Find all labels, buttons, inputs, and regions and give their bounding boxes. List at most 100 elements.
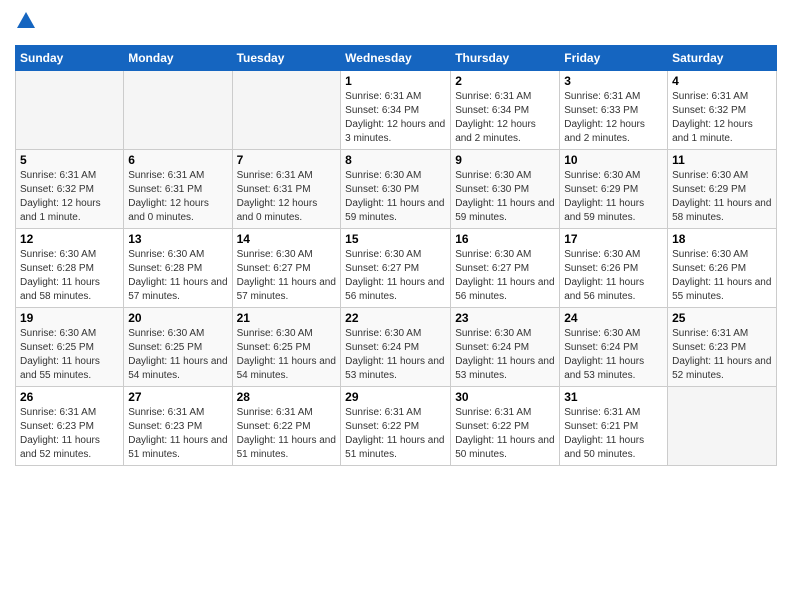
day-info: Sunrise: 6:31 AM Sunset: 6:31 PM Dayligh… <box>237 169 337 225</box>
day-info: Sunrise: 6:31 AM Sunset: 6:21 PM Dayligh… <box>564 406 663 462</box>
day-number: 29 <box>345 390 446 404</box>
day-number: 6 <box>128 153 227 167</box>
day-number: 30 <box>455 390 555 404</box>
day-info: Sunrise: 6:30 AM Sunset: 6:30 PM Dayligh… <box>345 169 446 225</box>
weekday-header-friday: Friday <box>560 46 668 71</box>
logo <box>15 10 41 37</box>
calendar-cell: 1 Sunrise: 6:31 AM Sunset: 6:34 PM Daylig… <box>341 71 451 150</box>
calendar-cell: 16 Sunrise: 6:30 AM Sunset: 6:27 PM Dayli… <box>451 229 560 308</box>
day-number: 20 <box>128 311 227 325</box>
calendar-cell <box>124 71 232 150</box>
calendar-week-row: 1 Sunrise: 6:31 AM Sunset: 6:34 PM Daylig… <box>16 71 777 150</box>
day-info: Sunrise: 6:30 AM Sunset: 6:25 PM Dayligh… <box>20 327 119 383</box>
calendar-cell: 10Sunrise: 6:30 AM Sunset: 6:29 PM Dayli… <box>560 150 668 229</box>
calendar-week-row: 26 Sunrise: 6:31 AM Sunset: 6:23 PM Dayli… <box>16 387 777 466</box>
day-number: 31 <box>564 390 663 404</box>
day-info: Sunrise: 6:31 AM Sunset: 6:23 PM Dayligh… <box>672 327 772 383</box>
weekday-header-monday: Monday <box>124 46 232 71</box>
day-number: 7 <box>237 153 337 167</box>
day-info: Sunrise: 6:31 AM Sunset: 6:34 PM Dayligh… <box>345 90 446 146</box>
calendar-cell: 4 Sunrise: 6:31 AM Sunset: 6:32 PM Daylig… <box>668 71 777 150</box>
calendar-cell: 13 Sunrise: 6:30 AM Sunset: 6:28 PM Dayli… <box>124 229 232 308</box>
calendar-cell: 3 Sunrise: 6:31 AM Sunset: 6:33 PM Daylig… <box>560 71 668 150</box>
day-number: 8 <box>345 153 446 167</box>
calendar-cell: 22Sunrise: 6:30 AM Sunset: 6:24 PM Dayli… <box>341 308 451 387</box>
day-number: 22 <box>345 311 446 325</box>
day-info: Sunrise: 6:31 AM Sunset: 6:33 PM Dayligh… <box>564 90 663 146</box>
calendar-cell: 28 Sunrise: 6:31 AM Sunset: 6:22 PM Dayli… <box>232 387 341 466</box>
weekday-header-thursday: Thursday <box>451 46 560 71</box>
calendar-cell <box>232 71 341 150</box>
calendar-week-row: 12 Sunrise: 6:30 AM Sunset: 6:28 PM Dayli… <box>16 229 777 308</box>
calendar-cell: 19 Sunrise: 6:30 AM Sunset: 6:25 PM Dayli… <box>16 308 124 387</box>
weekday-header-row: SundayMondayTuesdayWednesdayThursdayFrid… <box>16 46 777 71</box>
day-info: Sunrise: 6:31 AM Sunset: 6:32 PM Dayligh… <box>672 90 772 146</box>
day-number: 9 <box>455 153 555 167</box>
calendar-week-row: 19 Sunrise: 6:30 AM Sunset: 6:25 PM Dayli… <box>16 308 777 387</box>
day-info: Sunrise: 6:30 AM Sunset: 6:24 PM Dayligh… <box>455 327 555 383</box>
logo-icon <box>15 10 37 32</box>
day-number: 3 <box>564 74 663 88</box>
day-info: Sunrise: 6:30 AM Sunset: 6:28 PM Dayligh… <box>128 248 227 304</box>
day-number: 14 <box>237 232 337 246</box>
calendar-cell: 8 Sunrise: 6:30 AM Sunset: 6:30 PM Daylig… <box>341 150 451 229</box>
calendar-cell: 31 Sunrise: 6:31 AM Sunset: 6:21 PM Dayli… <box>560 387 668 466</box>
day-info: Sunrise: 6:30 AM Sunset: 6:24 PM Dayligh… <box>564 327 663 383</box>
calendar-cell: 24 Sunrise: 6:30 AM Sunset: 6:24 PM Dayli… <box>560 308 668 387</box>
weekday-header-sunday: Sunday <box>16 46 124 71</box>
calendar-cell: 14 Sunrise: 6:30 AM Sunset: 6:27 PM Dayli… <box>232 229 341 308</box>
day-number: 2 <box>455 74 555 88</box>
day-number: 28 <box>237 390 337 404</box>
day-number: 27 <box>128 390 227 404</box>
calendar-cell: 7 Sunrise: 6:31 AM Sunset: 6:31 PM Daylig… <box>232 150 341 229</box>
calendar-cell: 11 Sunrise: 6:30 AM Sunset: 6:29 PM Dayli… <box>668 150 777 229</box>
calendar-cell: 21 Sunrise: 6:30 AM Sunset: 6:25 PM Dayli… <box>232 308 341 387</box>
calendar-cell: 6Sunrise: 6:31 AM Sunset: 6:31 PM Daylig… <box>124 150 232 229</box>
day-info: Sunrise: 6:31 AM Sunset: 6:32 PM Dayligh… <box>20 169 119 225</box>
day-number: 12 <box>20 232 119 246</box>
day-number: 13 <box>128 232 227 246</box>
day-info: Sunrise: 6:31 AM Sunset: 6:23 PM Dayligh… <box>128 406 227 462</box>
day-info: Sunrise: 6:30 AM Sunset: 6:30 PM Dayligh… <box>455 169 555 225</box>
day-info: Sunrise: 6:30 AM Sunset: 6:25 PM Dayligh… <box>237 327 337 383</box>
calendar-cell: 2 Sunrise: 6:31 AM Sunset: 6:34 PM Daylig… <box>451 71 560 150</box>
day-number: 16 <box>455 232 555 246</box>
calendar-cell <box>16 71 124 150</box>
calendar-cell: 26 Sunrise: 6:31 AM Sunset: 6:23 PM Dayli… <box>16 387 124 466</box>
weekday-header-saturday: Saturday <box>668 46 777 71</box>
day-number: 1 <box>345 74 446 88</box>
calendar-cell: 15Sunrise: 6:30 AM Sunset: 6:27 PM Dayli… <box>341 229 451 308</box>
calendar-cell: 17Sunrise: 6:30 AM Sunset: 6:26 PM Dayli… <box>560 229 668 308</box>
day-info: Sunrise: 6:30 AM Sunset: 6:29 PM Dayligh… <box>672 169 772 225</box>
weekday-header-wednesday: Wednesday <box>341 46 451 71</box>
day-number: 5 <box>20 153 119 167</box>
day-number: 26 <box>20 390 119 404</box>
day-number: 11 <box>672 153 772 167</box>
calendar-cell: 30Sunrise: 6:31 AM Sunset: 6:22 PM Dayli… <box>451 387 560 466</box>
calendar-cell <box>668 387 777 466</box>
day-info: Sunrise: 6:30 AM Sunset: 6:27 PM Dayligh… <box>237 248 337 304</box>
calendar-cell: 25 Sunrise: 6:31 AM Sunset: 6:23 PM Dayli… <box>668 308 777 387</box>
day-info: Sunrise: 6:31 AM Sunset: 6:23 PM Dayligh… <box>20 406 119 462</box>
day-number: 21 <box>237 311 337 325</box>
header <box>15 10 777 37</box>
day-number: 24 <box>564 311 663 325</box>
weekday-header-tuesday: Tuesday <box>232 46 341 71</box>
calendar-cell: 29Sunrise: 6:31 AM Sunset: 6:22 PM Dayli… <box>341 387 451 466</box>
day-number: 19 <box>20 311 119 325</box>
calendar-cell: 18Sunrise: 6:30 AM Sunset: 6:26 PM Dayli… <box>668 229 777 308</box>
day-info: Sunrise: 6:30 AM Sunset: 6:27 PM Dayligh… <box>455 248 555 304</box>
calendar-cell: 12Sunrise: 6:30 AM Sunset: 6:28 PM Dayli… <box>16 229 124 308</box>
day-info: Sunrise: 6:30 AM Sunset: 6:25 PM Dayligh… <box>128 327 227 383</box>
calendar-week-row: 5 Sunrise: 6:31 AM Sunset: 6:32 PM Daylig… <box>16 150 777 229</box>
day-number: 25 <box>672 311 772 325</box>
day-info: Sunrise: 6:30 AM Sunset: 6:27 PM Dayligh… <box>345 248 446 304</box>
day-info: Sunrise: 6:31 AM Sunset: 6:22 PM Dayligh… <box>237 406 337 462</box>
calendar-cell: 9 Sunrise: 6:30 AM Sunset: 6:30 PM Daylig… <box>451 150 560 229</box>
calendar-cell: 27 Sunrise: 6:31 AM Sunset: 6:23 PM Dayli… <box>124 387 232 466</box>
day-number: 4 <box>672 74 772 88</box>
day-info: Sunrise: 6:30 AM Sunset: 6:29 PM Dayligh… <box>564 169 663 225</box>
calendar-cell: 23Sunrise: 6:30 AM Sunset: 6:24 PM Dayli… <box>451 308 560 387</box>
calendar-cell: 20 Sunrise: 6:30 AM Sunset: 6:25 PM Dayli… <box>124 308 232 387</box>
day-info: Sunrise: 6:31 AM Sunset: 6:34 PM Dayligh… <box>455 90 555 146</box>
